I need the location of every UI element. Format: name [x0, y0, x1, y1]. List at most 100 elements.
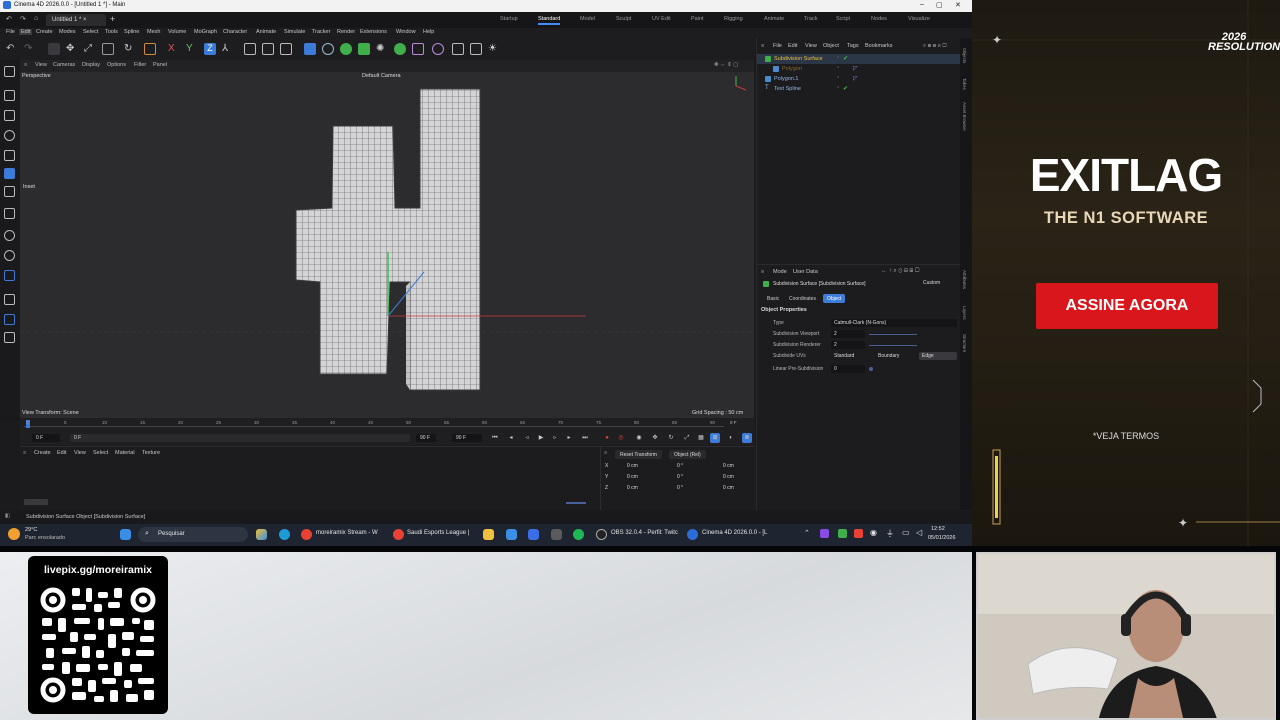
paint-tool-icon[interactable] [4, 66, 15, 77]
preset-select[interactable]: Custom [923, 280, 940, 286]
layout-tab-track[interactable]: Track [804, 16, 818, 22]
dock-tab-takes[interactable]: Takes [962, 78, 967, 90]
qr-code[interactable] [38, 584, 158, 706]
attr-tab-coordinates[interactable]: Coordinates [785, 294, 820, 303]
dock-tab-asset-browser[interactable]: Asset Browser [962, 102, 967, 131]
model-mode-icon[interactable] [4, 90, 15, 101]
obs-icon[interactable] [596, 529, 607, 540]
key-param-icon[interactable]: ▦ [696, 433, 706, 443]
menu-tools[interactable]: Tools [105, 29, 118, 35]
render-settings-icon[interactable] [280, 43, 292, 55]
attr-menu-user-data[interactable]: User Data [793, 269, 818, 275]
menu-edit[interactable]: Edit [19, 29, 33, 35]
key-position-icon[interactable]: ✥ [650, 433, 660, 443]
layout-tab-paint[interactable]: Paint [691, 16, 704, 22]
mat-menu-select[interactable]: Select [93, 450, 108, 456]
uv-mode-icon[interactable] [4, 168, 15, 179]
clock-time[interactable]: 12:52 [931, 526, 945, 532]
tray-discord-icon[interactable]: ◉ [870, 528, 877, 537]
menu-file[interactable]: File [6, 29, 15, 35]
dock-tab-attributes[interactable]: Attributes [962, 270, 967, 289]
tag-icon[interactable]: ◸ [853, 65, 858, 72]
start-frame-field[interactable]: 0 F [32, 434, 60, 442]
mat-menu-create[interactable]: Create [34, 450, 51, 456]
undo-icon[interactable]: ↶ [6, 43, 18, 55]
position-field[interactable]: 0 cm [627, 463, 638, 469]
tweak-mode-icon[interactable] [4, 230, 15, 241]
menu-animate[interactable]: Animate [256, 29, 276, 35]
attr-tab-object[interactable]: Object [823, 294, 846, 303]
preview-end-field[interactable]: 90 F [452, 434, 482, 442]
subdivision-viewport-slider[interactable] [869, 334, 917, 335]
menu-spline[interactable]: Spline [124, 29, 139, 35]
key-selection-icon[interactable]: ◉ [634, 433, 644, 443]
coords-menu-icon[interactable]: ≡ [604, 450, 607, 456]
z-axis-icon[interactable]: Z [204, 43, 216, 55]
menu-modes[interactable]: Modes [59, 29, 76, 35]
coordinate-system-icon[interactable]: ⅄ [222, 43, 234, 55]
tray-app2-icon[interactable] [854, 529, 863, 538]
menu-simulate[interactable]: Simulate [284, 29, 305, 35]
point-mode-icon[interactable] [4, 110, 15, 121]
menu-select[interactable]: Select [83, 29, 98, 35]
subdivision-renderer-slider[interactable] [869, 345, 917, 346]
workplane-icon[interactable] [4, 294, 15, 305]
dock-tab-objects[interactable]: Objects [962, 48, 967, 63]
layout-tab-visualize[interactable]: Visualize [908, 16, 930, 22]
move-tool-icon[interactable]: ✥ [66, 43, 78, 55]
scale-field[interactable]: 0 cm [723, 474, 734, 480]
redo-icon[interactable]: ↷ [24, 43, 36, 55]
position-field[interactable]: 0 cm [627, 485, 638, 491]
solo-mode-icon[interactable] [4, 270, 15, 281]
prev-key-icon[interactable]: ◂ [506, 433, 516, 443]
linear-pre-subdivision-slider[interactable] [869, 367, 873, 371]
layout-tab-startup[interactable]: Startup [500, 16, 518, 22]
edge-icon[interactable] [279, 529, 290, 540]
obj-menu-edit[interactable]: Edit [788, 43, 797, 49]
taskbar-search[interactable]: ⌕ Pesquisar [138, 527, 248, 542]
material-view-icon[interactable] [24, 499, 48, 505]
close-icon[interactable]: ✕ [955, 1, 961, 9]
rotate-tool-icon[interactable] [102, 43, 114, 55]
layout-tab-standard[interactable]: Standard [538, 16, 561, 25]
layer-icon[interactable]: ▫ [837, 85, 839, 91]
objects-menu-icon[interactable]: ≡ [761, 43, 764, 49]
menu-volume[interactable]: Volume [168, 29, 186, 35]
render-view-icon[interactable] [244, 43, 256, 55]
x-axis-icon[interactable]: X [168, 43, 180, 55]
material-zoom-slider[interactable] [566, 502, 586, 504]
menu-render[interactable]: Render [337, 29, 355, 35]
axis-mode-icon[interactable] [4, 208, 15, 219]
tray-usb-icon[interactable]: ⏚ [886, 528, 894, 539]
type-select[interactable]: Catmull-Clark (N-Gons) [831, 319, 957, 327]
tag-icon[interactable]: ◸ [853, 75, 858, 82]
autokey-icon[interactable]: ◎ [616, 433, 626, 443]
calendar-icon[interactable] [528, 529, 539, 540]
layout-tab-uv-edit[interactable]: UV Edit [652, 16, 671, 22]
timeline-options-icon[interactable]: ◐ [726, 433, 736, 443]
quantize-icon[interactable] [4, 332, 15, 343]
back-icon[interactable]: ↶ [6, 15, 12, 23]
snap-icon[interactable] [470, 43, 482, 55]
end-frame-field[interactable]: 90 F [416, 434, 436, 442]
copilot-icon[interactable] [256, 529, 267, 540]
weather-icon[interactable] [8, 528, 20, 540]
document-tab[interactable]: Untitled 1 * × [46, 14, 106, 26]
vp-menu-cameras[interactable]: Cameras [53, 62, 75, 68]
key-scale-icon[interactable]: ⤢ [682, 433, 692, 443]
chrome-icon[interactable] [393, 529, 404, 540]
tray-nvidia-icon[interactable] [838, 529, 847, 538]
reset-transform-button[interactable]: Reset Transform [615, 450, 662, 459]
key-pla-icon[interactable]: ⊞ [710, 433, 720, 443]
menu-help[interactable]: Help [423, 29, 434, 35]
obj-menu-view[interactable]: View [805, 43, 817, 49]
material-menu-icon[interactable]: ≡ [23, 450, 26, 456]
forward-icon[interactable]: ↷ [20, 15, 26, 23]
uv-option-edge[interactable]: Edge [919, 352, 957, 360]
rotation-field[interactable]: 0 ° [677, 474, 683, 480]
mograph-icon[interactable] [394, 43, 406, 55]
vp-menu-filter[interactable]: Filter [134, 62, 146, 68]
obj-menu-bookmarks[interactable]: Bookmarks [865, 43, 893, 49]
field-icon[interactable] [412, 43, 424, 55]
maximize-icon[interactable]: ▢ [936, 1, 943, 9]
